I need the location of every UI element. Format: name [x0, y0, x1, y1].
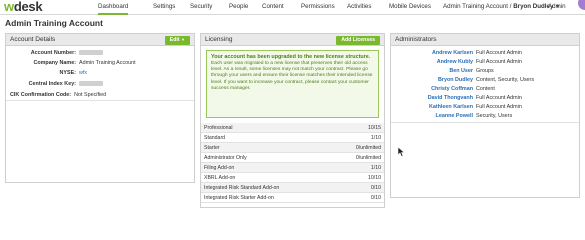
- license-name: Standard: [204, 135, 226, 141]
- admin-name-link[interactable]: Andrew Karlsen: [395, 50, 473, 56]
- admin-role: Content: [476, 86, 495, 92]
- panel-title: Account Details: [10, 36, 56, 43]
- nav-people[interactable]: People: [229, 3, 248, 11]
- admin-name-link[interactable]: Andrew Kubly: [395, 59, 473, 65]
- admin-name-link[interactable]: David Thongvanh: [395, 95, 473, 101]
- admin-row: Andrew Karlsen Full Account Admin: [395, 50, 522, 56]
- logo-suffix: desk: [13, 0, 43, 14]
- notice-body: Each user was migrated to a new license …: [211, 61, 373, 91]
- license-name: Administrator Only: [204, 155, 247, 161]
- admin-role: Groups: [476, 68, 494, 74]
- license-row: Integrated Risk Standard Add-on 0/10: [201, 183, 384, 193]
- admin-role: Content, Security, Users: [476, 77, 535, 83]
- upgrade-notice: Your account has been upgraded to the ne…: [206, 50, 379, 118]
- page-title: Admin Training Account: [5, 18, 103, 28]
- admin-name-link[interactable]: Christy Coffman: [395, 86, 473, 92]
- admin-row: Christy Coffman Content: [395, 86, 495, 92]
- edit-label: Edit: [169, 37, 180, 43]
- nav-dashboard[interactable]: Dashboard: [98, 3, 129, 15]
- license-name: Integrated Risk Starter Add-on: [204, 195, 274, 201]
- admin-name-link[interactable]: Kathleen Karlsen: [395, 104, 473, 110]
- license-count: 0/unlimited: [355, 145, 381, 151]
- license-name: Integrated Risk Standard Add-on: [204, 185, 280, 191]
- redacted-value: [79, 81, 103, 87]
- licensing-panel: Licensing Add Licenses Your account has …: [200, 33, 385, 208]
- field-central-index-key: Central Index Key:: [10, 81, 103, 87]
- field-cik-confirmation: CIK Confirmation Code: Not Specified: [8, 92, 106, 98]
- license-count: 1/10: [370, 135, 381, 141]
- logo-prefix: w: [4, 0, 14, 14]
- field-key: Account Number:: [30, 50, 76, 56]
- field-key: NYSE:: [59, 70, 76, 76]
- field-nyse: NYSE: wfx: [10, 70, 88, 76]
- notice-title: Your account has been upgraded to the ne…: [211, 54, 371, 60]
- admin-name-link[interactable]: Bryon Dudley: [395, 77, 473, 83]
- avatar[interactable]: [578, 0, 585, 10]
- license-count: 0/10: [370, 185, 381, 191]
- nav-mobile-devices[interactable]: Mobile Devices: [389, 3, 431, 11]
- license-name: Professional: [204, 125, 233, 131]
- nav-admin[interactable]: Admin: [548, 3, 566, 11]
- license-row: Administrator Only 0/unlimited: [201, 153, 384, 163]
- admin-row: David Thongvanh Full Account Admin: [395, 95, 522, 101]
- license-name: Filing Add-on: [204, 165, 235, 171]
- license-count: 1/10: [370, 165, 381, 171]
- admin-row: Ben User Groups: [395, 68, 494, 74]
- top-nav: wdesk Dashboard Settings Security People…: [0, 0, 585, 15]
- divider: [6, 100, 194, 101]
- nav-settings[interactable]: Settings: [153, 3, 175, 11]
- license-count: 0/10: [370, 195, 381, 201]
- license-row: Starter 0/unlimited: [201, 143, 384, 153]
- nav-activities[interactable]: Activities: [347, 3, 371, 11]
- field-key: Central Index Key:: [28, 81, 76, 87]
- panel-header: Account Details Edit ▼: [6, 34, 194, 46]
- admin-role: Full Account Admin: [476, 95, 522, 101]
- account-org-name: Admin Training Account /: [443, 3, 512, 10]
- admin-role: Full Account Admin: [476, 50, 522, 56]
- admin-row: Leanne Powell Security, Users: [395, 113, 513, 119]
- admin-row: Andrew Kubly Full Account Admin: [395, 59, 522, 65]
- edit-button[interactable]: Edit ▼: [164, 35, 190, 45]
- account-details-panel: Account Details Edit ▼ Account Number: C…: [5, 33, 195, 183]
- admin-row: Bryon Dudley Content, Security, Users: [395, 77, 534, 83]
- license-count: 10/10: [368, 175, 381, 181]
- field-company-name: Company Name: Admin Training Account: [10, 60, 136, 66]
- ticker-link[interactable]: wfx: [79, 70, 87, 76]
- field-account-number: Account Number:: [10, 50, 103, 56]
- panel-header: Administrators: [391, 34, 579, 46]
- admin-row: Kathleen Karlsen Full Account Admin: [395, 104, 522, 110]
- administrators-panel: Administrators Andrew Karlsen Full Accoun…: [390, 33, 580, 198]
- admin-role: Security, Users: [476, 113, 513, 119]
- panel-title: Administrators: [395, 36, 437, 43]
- divider: [391, 122, 579, 123]
- wdesk-logo[interactable]: wdesk: [4, 0, 43, 14]
- nav-content[interactable]: Content: [262, 3, 284, 11]
- license-row: Professional 10/15: [201, 123, 384, 133]
- license-row: XBRL Add-on 10/10: [201, 173, 384, 183]
- license-row: Integrated Risk Starter Add-on 0/10: [201, 193, 384, 203]
- panel-header: Licensing Add Licenses: [201, 34, 384, 46]
- chevron-down-icon: ▼: [181, 37, 185, 42]
- mouse-pointer-icon: [398, 147, 406, 157]
- panel-title: Licensing: [205, 36, 233, 43]
- admin-name-link[interactable]: Ben User: [395, 68, 473, 74]
- license-row: Standard 1/10: [201, 133, 384, 143]
- field-key: Company Name:: [33, 60, 76, 66]
- license-count: 10/15: [368, 125, 381, 131]
- field-key: CIK Confirmation Code:: [10, 92, 72, 98]
- account-switcher[interactable]: Admin Training Account / Bryon Dudley ▼: [443, 3, 560, 11]
- license-row: Filing Add-on 1/10: [201, 163, 384, 173]
- nav-permissions[interactable]: Permissions: [301, 3, 335, 11]
- license-name: XBRL Add-on: [204, 175, 236, 181]
- admin-name-link[interactable]: Leanne Powell: [395, 113, 473, 119]
- field-value: Admin Training Account: [79, 60, 136, 66]
- field-value: Not Specified: [74, 92, 107, 98]
- admin-role: Full Account Admin: [476, 59, 522, 65]
- redacted-value: [79, 50, 103, 56]
- license-count: 0/unlimited: [355, 155, 381, 161]
- admin-role: Full Account Admin: [476, 104, 522, 110]
- add-licenses-button[interactable]: Add Licenses: [336, 35, 380, 45]
- license-name: Starter: [204, 145, 220, 151]
- nav-security[interactable]: Security: [190, 3, 212, 11]
